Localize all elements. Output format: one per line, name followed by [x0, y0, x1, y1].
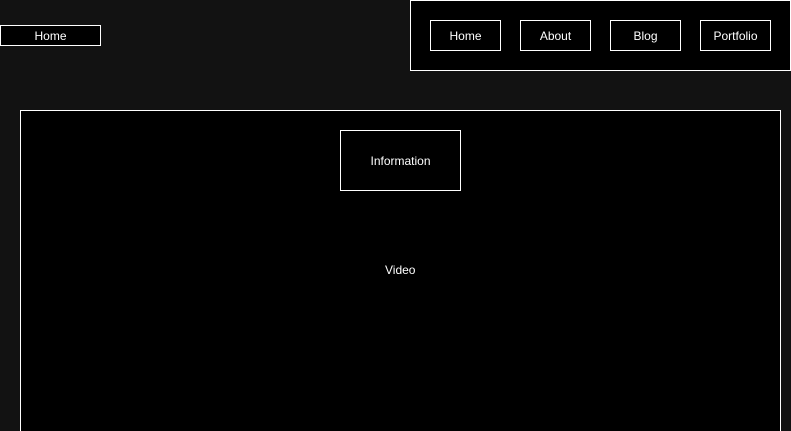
- information-box[interactable]: Information: [340, 130, 461, 191]
- nav-home-button[interactable]: Home: [430, 20, 501, 51]
- video-label: Video: [385, 263, 416, 277]
- nav-about-button[interactable]: About: [520, 20, 591, 51]
- nav-portfolio-button[interactable]: Portfolio: [700, 20, 771, 51]
- home-link[interactable]: Home: [0, 25, 101, 46]
- nav-blog-button[interactable]: Blog: [610, 20, 681, 51]
